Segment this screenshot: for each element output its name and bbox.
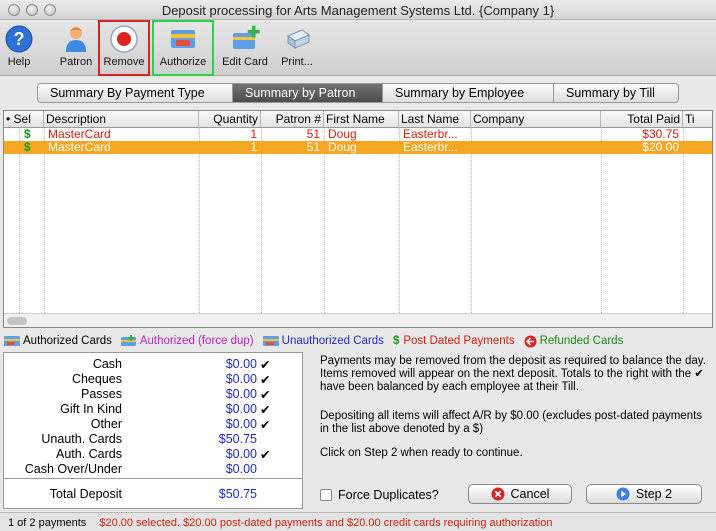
row-last-name: Easterbr... bbox=[403, 128, 458, 141]
row-description: MasterCard bbox=[48, 128, 111, 141]
column-first-name[interactable]: First Name bbox=[324, 111, 399, 127]
column-company[interactable]: Company bbox=[471, 111, 601, 127]
summary-row-passes: Passes $0.00 ✔ bbox=[81, 387, 271, 402]
summary-row-other: Other $0.00 ✔ bbox=[90, 417, 271, 432]
summary-row-gift-in-kind: Gift In Kind $0.00 ✔ bbox=[60, 402, 271, 417]
payment-count: 1 of 2 payments bbox=[8, 517, 87, 529]
authorized-force-dup-icon bbox=[120, 335, 136, 346]
legend-refunded-cards: Refunded Cards bbox=[524, 335, 623, 348]
post-dated-dollar-icon: $ bbox=[24, 141, 31, 154]
row-company bbox=[473, 128, 599, 141]
refund-icon bbox=[524, 335, 537, 347]
legend-authorized-force-dup: Authorized (force dup) bbox=[120, 335, 254, 347]
horizontal-scrollbar[interactable] bbox=[4, 313, 712, 327]
title-bar: Deposit processing for Arts Management S… bbox=[0, 0, 716, 20]
authorize-button[interactable]: Authorize bbox=[152, 20, 214, 76]
dollar-icon: $ bbox=[392, 335, 400, 347]
summary-row-total-deposit: Total Deposit $50.75 bbox=[49, 487, 257, 501]
remove-button[interactable]: Remove bbox=[98, 20, 150, 76]
row-total-paid: $20.00 bbox=[642, 141, 679, 154]
window-title: Deposit processing for Arts Management S… bbox=[161, 3, 555, 18]
tab-summary-by-employee[interactable]: Summary by Employee bbox=[383, 84, 554, 102]
print-button[interactable]: Print... bbox=[274, 20, 320, 76]
summary-row-auth-cards: Auth. Cards $0.00 ✔ bbox=[55, 447, 271, 462]
step-2-button[interactable]: Step 2 bbox=[586, 484, 702, 504]
authorize-icon bbox=[171, 30, 195, 48]
column-sel[interactable]: • Sel bbox=[4, 111, 44, 127]
print-icon bbox=[286, 29, 311, 49]
instructions-paragraph: Depositing all items will affect A/R by … bbox=[320, 410, 703, 435]
column-patron-number[interactable]: Patron # bbox=[261, 111, 324, 127]
play-icon bbox=[616, 487, 630, 501]
instructions-paragraph: Payments may be removed from the deposit… bbox=[320, 355, 706, 393]
summary-row-cheques: Cheques $0.00 ✔ bbox=[71, 372, 271, 387]
row-company bbox=[473, 141, 599, 154]
table-row-selected[interactable]: $ MasterCard 1 51 Doug Easterbr... $20.0… bbox=[4, 141, 712, 154]
unauthorized-card-icon bbox=[262, 336, 279, 346]
summary-row-cash-over-under: Cash Over/Under $0.00 bbox=[24, 462, 257, 476]
table-header: • Sel Description Quantity Patron # Firs… bbox=[4, 111, 712, 128]
tab-summary-by-till[interactable]: Summary by Till bbox=[554, 84, 678, 102]
tab-summary-by-patron[interactable]: Summary by Patron bbox=[233, 84, 383, 102]
remove-icon bbox=[110, 25, 138, 53]
balanced-check-icon: ✔ bbox=[260, 388, 271, 402]
edit-card-icon bbox=[233, 25, 260, 49]
column-till[interactable]: Ti bbox=[683, 111, 712, 127]
balanced-check-icon: ✔ bbox=[260, 448, 271, 462]
status-bar: 1 of 2 payments $20.00 selected. $20.00 … bbox=[0, 512, 716, 531]
summary-row-cash: Cash $0.00 ✔ bbox=[92, 357, 271, 372]
legend-post-dated-payments: $ Post Dated Payments bbox=[392, 335, 515, 347]
cancel-button[interactable]: Cancel bbox=[468, 484, 572, 504]
legend-unauthorized-cards: Unauthorized Cards bbox=[262, 335, 384, 347]
edit-card-button[interactable]: Edit Card bbox=[218, 20, 272, 76]
row-total-paid: $30.75 bbox=[642, 128, 679, 141]
row-last-name: Easterbr... bbox=[403, 141, 458, 154]
scrollbar-thumb[interactable] bbox=[7, 317, 27, 325]
column-total-paid[interactable]: Total Paid bbox=[601, 111, 683, 127]
legend-authorized-cards: Authorized Cards bbox=[4, 335, 112, 347]
summary-tabs: Summary By Payment Type Summary by Patro… bbox=[37, 83, 679, 103]
row-description: MasterCard bbox=[48, 141, 111, 154]
force-duplicates-checkbox[interactable]: Force Duplicates? bbox=[320, 488, 439, 502]
summary-divider bbox=[4, 478, 302, 479]
balanced-check-icon: ✔ bbox=[260, 358, 271, 372]
row-first-name: Doug bbox=[328, 128, 357, 141]
help-icon: ? bbox=[5, 25, 33, 53]
column-last-name[interactable]: Last Name bbox=[399, 111, 471, 127]
legend: Authorized Cards Authorized (force dup) … bbox=[4, 333, 632, 349]
deposit-summary-panel: Cash $0.00 ✔ Cheques $0.00 ✔ Passes $0.00 ✔ Gi… bbox=[3, 352, 303, 509]
patron-icon bbox=[66, 27, 86, 52]
table-row[interactable]: $ MasterCard 1 51 Doug Easterbr... $30.7… bbox=[4, 128, 712, 141]
balanced-check-icon: ✔ bbox=[260, 373, 271, 387]
payments-table: • Sel Description Quantity Patron # Firs… bbox=[3, 110, 713, 328]
summary-row-unauth-cards: Unauth. Cards $50.75 bbox=[41, 432, 257, 446]
row-patron-number: 51 bbox=[306, 128, 320, 141]
row-quantity: 1 bbox=[250, 141, 257, 154]
column-description[interactable]: Description bbox=[44, 111, 199, 127]
balanced-check-icon: ✔ bbox=[260, 403, 271, 417]
instructions-paragraph: Click on Step 2 when ready to continue. bbox=[320, 447, 523, 459]
row-first-name: Doug bbox=[328, 141, 357, 154]
column-quantity[interactable]: Quantity bbox=[199, 111, 261, 127]
svg-text:?: ? bbox=[14, 29, 25, 49]
table-body: $ MasterCard 1 51 Doug Easterbr... $30.7… bbox=[4, 128, 712, 313]
status-message: $20.00 selected. $20.00 post-dated payme… bbox=[99, 517, 553, 529]
authorized-card-icon bbox=[4, 336, 20, 346]
row-quantity: 1 bbox=[250, 128, 257, 141]
checkbox-box[interactable] bbox=[320, 489, 332, 501]
toolbar: ? Help Patron Remove Authorize Edit Card… bbox=[0, 20, 716, 76]
post-dated-dollar-icon: $ bbox=[24, 128, 31, 141]
row-patron-number: 51 bbox=[306, 141, 320, 154]
help-button[interactable]: ? Help bbox=[2, 20, 36, 76]
tab-summary-by-payment-type[interactable]: Summary By Payment Type bbox=[38, 84, 233, 102]
balanced-check-icon: ✔ bbox=[260, 418, 271, 432]
patron-button[interactable]: Patron bbox=[56, 20, 96, 76]
cancel-icon bbox=[491, 487, 505, 501]
